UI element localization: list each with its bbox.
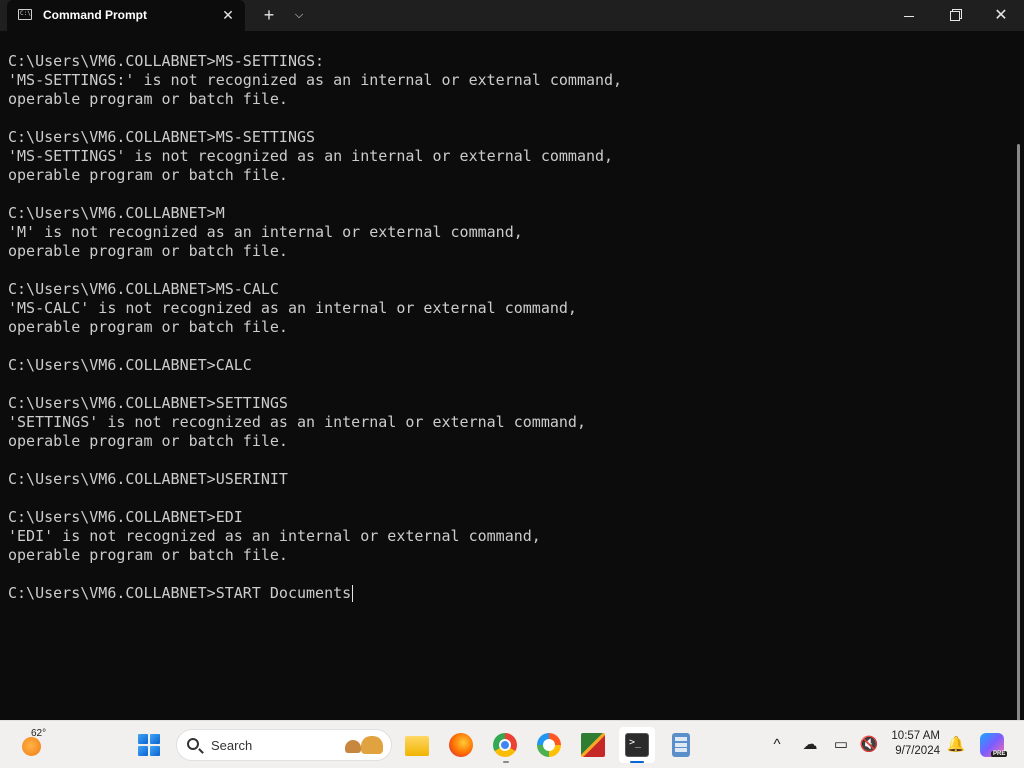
chrome-icon <box>493 733 517 757</box>
tab-command-prompt[interactable]: C:\ Command Prompt ✕ <box>7 0 245 31</box>
search-icon <box>187 738 199 750</box>
clock-time[interactable]: 10:57 AM <box>891 730 940 742</box>
scrollbar-thumb[interactable] <box>1017 144 1020 729</box>
console-line: C:\Users\VM6.COLLABNET>CALC <box>8 356 252 374</box>
taskbar: 62° Search ^ ☁ ▭ 🔇 10:57 AM 9/7/2024 🔔 P… <box>0 720 1024 768</box>
console-line: 'SETTINGS' is not recognized as an inter… <box>8 413 586 431</box>
taskbar-terminal[interactable] <box>619 727 655 763</box>
firefox-icon <box>449 733 473 757</box>
running-indicator <box>503 761 509 763</box>
console-line: operable program or batch file. <box>8 90 288 108</box>
onedrive-icon[interactable]: ☁ <box>798 733 822 757</box>
taskbar-browser[interactable] <box>531 727 567 763</box>
title-bar: C:\ Command Prompt ✕ + ⌵ ✕ <box>0 0 1024 31</box>
command-prompt-icon: C:\ <box>18 9 32 20</box>
close-window-button[interactable]: ✕ <box>978 0 1024 31</box>
console-line: 'MS-SETTINGS:' is not recognized as an i… <box>8 71 623 89</box>
clock-date[interactable]: 9/7/2024 <box>895 745 940 757</box>
browser-icon <box>537 733 561 757</box>
search-box[interactable]: Search <box>176 729 392 761</box>
minimize-button[interactable] <box>886 0 932 31</box>
weather-widget[interactable]: 62° <box>18 728 68 761</box>
console-output[interactable]: C:\Users\VM6.COLLABNET>MS-SETTINGS: 'MS-S… <box>0 31 1014 720</box>
weather-temperature: 62° <box>31 728 47 739</box>
notification-bell-icon[interactable]: 🔔 <box>944 733 968 757</box>
console-line: 'MS-CALC' is not recognized as an intern… <box>8 299 577 317</box>
console-line: C:\Users\VM6.COLLABNET>MS-SETTINGS <box>8 128 316 146</box>
console-line: operable program or batch file. <box>8 166 288 184</box>
show-hidden-icons-chevron-icon[interactable]: ^ <box>765 733 789 757</box>
console-line: 'M' is not recognized as an internal or … <box>8 223 523 241</box>
text-cursor <box>352 585 354 602</box>
sun-icon <box>22 737 41 756</box>
taskbar-file-explorer[interactable] <box>399 727 435 763</box>
display-icon[interactable]: ▭ <box>829 733 853 757</box>
tab-dropdown-button[interactable]: ⌵ <box>289 5 309 25</box>
tab-title: Command Prompt <box>43 8 148 22</box>
console-line: C:\Users\VM6.COLLABNET>START Documents <box>8 584 354 602</box>
console-line: C:\Users\VM6.COLLABNET>MS-SETTINGS: <box>8 52 325 70</box>
taskbar-chrome[interactable] <box>487 727 523 763</box>
console-line: C:\Users\VM6.COLLABNET>USERINIT <box>8 470 288 488</box>
start-button[interactable] <box>131 727 167 763</box>
search-highlight-icon <box>343 734 387 756</box>
console-line: 'MS-SETTINGS' is not recognized as an in… <box>8 147 614 165</box>
minimize-icon <box>904 15 914 17</box>
new-tab-button[interactable]: + <box>259 5 279 25</box>
console-line: C:\Users\VM6.COLLABNET>M <box>8 204 225 222</box>
console-line: operable program or batch file. <box>8 318 288 336</box>
restore-icon <box>950 11 960 22</box>
console-line: operable program or batch file. <box>8 546 288 564</box>
console-line: C:\Users\VM6.COLLABNET>MS-CALC <box>8 280 279 298</box>
volume-muted-icon[interactable]: 🔇 <box>857 733 881 757</box>
preview-badge: PRE <box>991 751 1008 757</box>
console-line: C:\Users\VM6.COLLABNET>SETTINGS <box>8 394 288 412</box>
console-line: 'EDI' is not recognized as an internal o… <box>8 527 541 545</box>
vertical-scrollbar[interactable] <box>1014 31 1024 729</box>
console-line: operable program or batch file. <box>8 432 288 450</box>
console-line: operable program or batch file. <box>8 242 288 260</box>
restore-button[interactable] <box>932 0 978 31</box>
console-line: C:\Users\VM6.COLLABNET>EDI <box>8 508 243 526</box>
terminal-icon <box>625 733 649 757</box>
taskbar-calculator[interactable] <box>663 727 699 763</box>
taskbar-maps[interactable] <box>575 727 611 763</box>
windows-logo-icon <box>138 734 160 756</box>
active-indicator <box>630 761 644 763</box>
close-tab-button[interactable]: ✕ <box>219 6 237 24</box>
maps-icon <box>581 733 605 757</box>
search-placeholder: Search <box>211 738 253 753</box>
taskbar-firefox[interactable] <box>443 727 479 763</box>
calculator-icon <box>672 733 690 757</box>
folder-icon <box>405 736 429 756</box>
